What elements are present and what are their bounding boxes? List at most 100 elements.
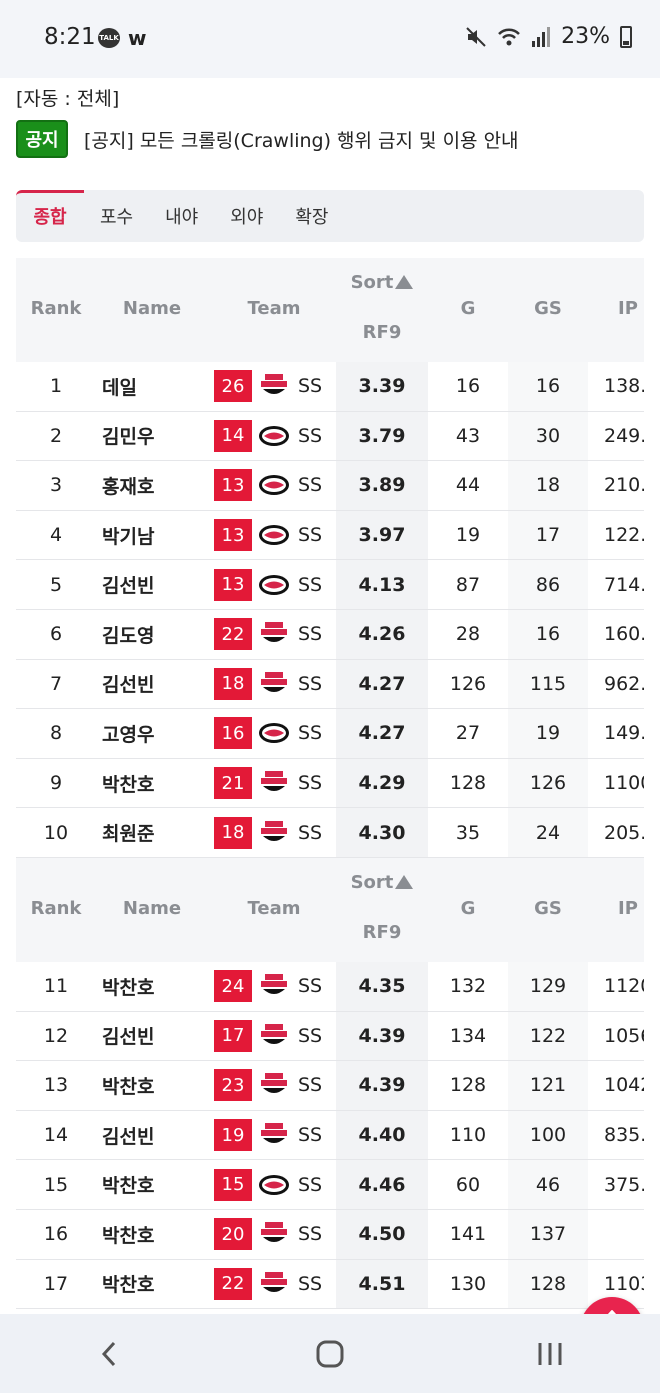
page-content: [자동 : 전체] 공지 [공지] 모든 크롤링(Crawling) 행위 금지… <box>0 78 660 1314</box>
header-ip[interactable]: IP <box>588 298 644 319</box>
back-button[interactable] <box>80 1324 140 1384</box>
player-name-link[interactable]: 김선빈 <box>102 560 192 609</box>
team-logo <box>258 1271 290 1297</box>
tab-infield[interactable]: 내야 <box>149 190 214 242</box>
header-name[interactable]: Name <box>102 898 202 919</box>
rank-cell: 1 <box>49 375 63 398</box>
header-ip[interactable]: IP <box>588 898 644 919</box>
player-name-link[interactable]: 김선빈 <box>102 1012 192 1061</box>
table-row[interactable]: 14 김선빈 19 SS 4.40 110 100 835.1 <box>16 1110 644 1161</box>
position-label: SS <box>298 573 323 596</box>
sort-label: Sort <box>350 272 394 293</box>
ip-cell: 122.1 <box>604 524 644 547</box>
player-name-link[interactable]: 홍재호 <box>102 461 192 510</box>
recent-apps-icon <box>538 1342 562 1365</box>
team-cell: 13 SS <box>214 511 334 560</box>
ip-cell: 1120 <box>604 975 644 998</box>
team-logo <box>258 973 290 999</box>
table-row[interactable]: 6 김도영 22 SS 4.26 28 16 160.2 <box>16 609 644 660</box>
player-name-link[interactable]: 데일 <box>102 362 192 411</box>
player-name-link[interactable]: 박찬호 <box>102 759 192 808</box>
ip-cell: 375.0 <box>604 1173 644 1196</box>
position-label: SS <box>298 375 323 398</box>
header-rank[interactable]: Rank <box>16 298 96 319</box>
position-label: SS <box>298 474 323 497</box>
rf9-cell: 4.27 <box>336 709 428 758</box>
header-gs[interactable]: GS <box>508 898 588 919</box>
header-name[interactable]: Name <box>102 298 202 319</box>
status-bar: 8:21 TALK w 23% <box>0 0 660 78</box>
header-rf9[interactable]: RF9 <box>336 322 428 343</box>
table-row[interactable]: 8 고영우 16 SS 4.27 27 19 149.2 <box>16 709 644 759</box>
table-row[interactable]: 16 박찬호 20 SS 4.50 141 137 <box>16 1209 644 1260</box>
table-row[interactable]: 10 최원준 18 SS 4.30 35 24 205.0 <box>16 808 644 858</box>
player-name-link[interactable]: 최원준 <box>102 808 192 857</box>
tab-catcher[interactable]: 포수 <box>84 190 149 242</box>
g-cell: 60 <box>428 1160 508 1209</box>
table-row[interactable]: 12 김선빈 17 SS 4.39 134 122 1056 <box>16 1011 644 1062</box>
ip-cell: 149.2 <box>604 722 644 745</box>
player-name-link[interactable]: 박찬호 <box>102 1210 192 1259</box>
uniform-number: 24 <box>214 970 252 1003</box>
team-logo <box>258 671 290 697</box>
header-sort[interactable]: Sort <box>336 272 428 293</box>
table-row[interactable]: 13 박찬호 23 SS 4.39 128 121 1042 <box>16 1061 644 1111</box>
table-row[interactable]: 7 김선빈 18 SS 4.27 126 115 962.0 <box>16 659 644 710</box>
tab-outfield[interactable]: 외야 <box>214 190 279 242</box>
tigers-logo-icon <box>261 1073 287 1094</box>
tigers-logo-icon <box>259 425 289 446</box>
table-row[interactable]: 4 박기남 13 SS 3.97 19 17 122.1 <box>16 510 644 561</box>
tab-overall[interactable]: 종합 <box>16 190 84 242</box>
rank-cell: 15 <box>43 1173 69 1196</box>
g-cell: 16 <box>428 362 508 411</box>
position-label: SS <box>298 821 323 844</box>
header-g[interactable]: G <box>428 298 508 319</box>
table-row[interactable]: 3 홍재호 13 SS 3.89 44 18 210.2 <box>16 461 644 511</box>
player-name-link[interactable]: 박찬호 <box>102 1160 192 1209</box>
rf9-cell: 4.40 <box>336 1110 428 1160</box>
team-cell: 23 SS <box>214 1061 334 1110</box>
table-row[interactable]: 2 김민우 14 SS 3.79 43 30 249.1 <box>16 411 644 462</box>
header-g[interactable]: G <box>428 898 508 919</box>
tigers-logo-icon <box>261 671 287 692</box>
table-row[interactable]: 1 데일 26 SS 3.39 16 16 138.0 <box>16 362 644 412</box>
rank-cell: 7 <box>49 672 63 695</box>
table-row[interactable]: 17 박찬호 22 SS 4.51 130 128 1103 <box>16 1259 644 1310</box>
header-rank[interactable]: Rank <box>16 898 96 919</box>
team-cell: 26 SS <box>214 362 334 411</box>
home-button[interactable] <box>300 1324 360 1384</box>
table-row[interactable]: 9 박찬호 21 SS 4.29 128 126 1100 <box>16 758 644 809</box>
tigers-logo-icon <box>261 1271 287 1292</box>
player-name-link[interactable]: 박기남 <box>102 511 192 560</box>
header-sort[interactable]: Sort <box>336 872 428 893</box>
auto-label: [자동 : 전체] <box>16 88 120 110</box>
player-name-link[interactable]: 김선빈 <box>102 1111 192 1160</box>
tab-extended[interactable]: 확장 <box>279 190 344 242</box>
player-name-link[interactable]: 고영우 <box>102 709 192 758</box>
notice-link[interactable]: [공지] 모든 크롤링(Crawling) 행위 금지 및 이용 안내 <box>84 126 519 153</box>
player-name-link[interactable]: 박찬호 <box>102 1061 192 1110</box>
header-gs[interactable]: GS <box>508 298 588 319</box>
ip-cell: 835.1 <box>604 1124 644 1147</box>
table-row[interactable]: 15 박찬호 15 SS 4.46 60 46 375.0 <box>16 1160 644 1210</box>
sort-label: Sort <box>350 871 394 893</box>
tigers-logo-icon <box>261 1123 287 1144</box>
g-cell: 128 <box>428 758 508 808</box>
player-name-link[interactable]: 김민우 <box>102 412 192 461</box>
position-label: SS <box>298 1272 323 1295</box>
recent-apps-button[interactable] <box>520 1324 580 1384</box>
player-name-link[interactable]: 박찬호 <box>102 962 192 1011</box>
table-row[interactable]: 5 김선빈 13 SS 4.13 87 86 714.0 <box>16 560 644 610</box>
status-right-icons: 23% <box>465 24 632 49</box>
notice-row[interactable]: 공지 [공지] 모든 크롤링(Crawling) 행위 금지 및 이용 안내 <box>16 120 519 158</box>
player-name-link[interactable]: 김선빈 <box>102 660 192 709</box>
player-name-link[interactable]: 박찬호 <box>102 1260 192 1309</box>
header-team[interactable]: Team <box>224 298 324 319</box>
player-name-link[interactable]: 김도영 <box>102 610 192 659</box>
header-team[interactable]: Team <box>224 898 324 919</box>
header-rf9[interactable]: RF9 <box>336 922 428 943</box>
team-cell: 18 SS <box>214 808 334 857</box>
team-logo <box>258 423 290 449</box>
rf9-cell: 4.29 <box>336 758 428 808</box>
table-row[interactable]: 11 박찬호 24 SS 4.35 132 129 1120 <box>16 961 644 1012</box>
